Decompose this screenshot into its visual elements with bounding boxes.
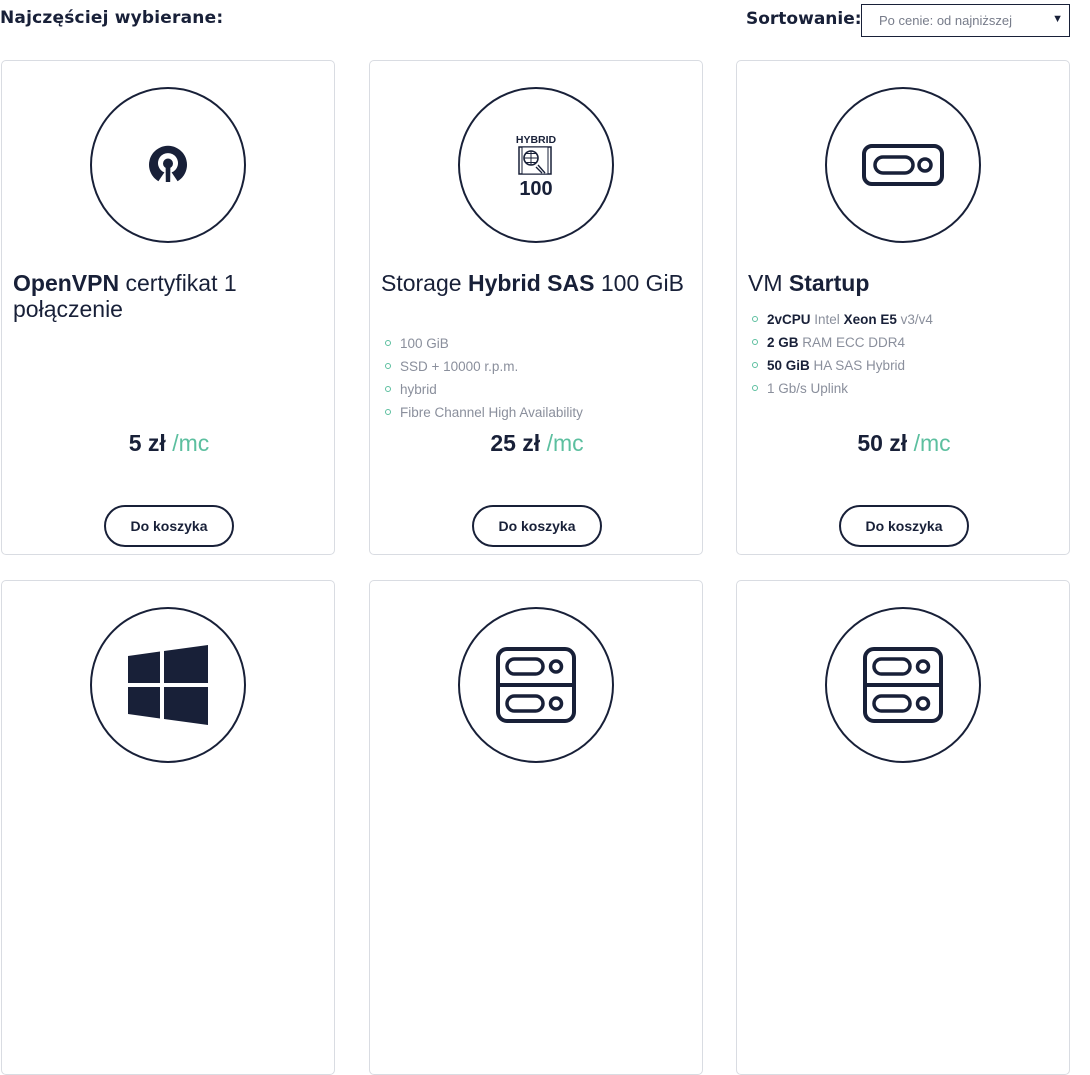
product-card-openvpn: OpenVPN certyfikat 1 połączenie 5 zł /mc… bbox=[1, 60, 335, 555]
feature-item: 2 GB RAM ECC DDR4 bbox=[752, 331, 933, 354]
feature-item: 2vCPU Intel Xeon E5 v3/v4 bbox=[752, 308, 933, 331]
product-card-storage-hybrid: HYBRID 100 Storage Hybrid SAS 100 GiB 10… bbox=[369, 60, 703, 555]
feature-item: hybrid bbox=[385, 378, 583, 401]
product-icon-circle bbox=[825, 87, 981, 243]
svg-text:100: 100 bbox=[519, 178, 552, 197]
section-title: Najczęściej wybierane: bbox=[0, 8, 224, 28]
add-to-cart-button[interactable]: Do koszyka bbox=[104, 505, 234, 547]
sort-select-value: Po cenie: od najniższej bbox=[879, 13, 1012, 28]
product-icon-circle bbox=[458, 607, 614, 763]
top-bar: Najczęściej wybierane: Sortowanie: Po ce… bbox=[0, 0, 1090, 50]
feature-item: 100 GiB bbox=[385, 332, 583, 355]
chevron-down-icon: ▼ bbox=[1052, 13, 1063, 25]
windows-icon bbox=[128, 645, 208, 725]
feature-item: SSD + 10000 r.p.m. bbox=[385, 355, 583, 378]
product-card-windows bbox=[1, 580, 335, 1075]
product-card-vm-startup: VM Startup 2vCPU Intel Xeon E5 v3/v4 2 G… bbox=[736, 60, 1070, 555]
feature-item: 1 Gb/s Uplink bbox=[752, 377, 933, 400]
product-icon-circle bbox=[90, 87, 246, 243]
product-icon-circle: HYBRID 100 bbox=[458, 87, 614, 243]
product-price: 50 zł /mc bbox=[857, 430, 951, 456]
product-card-server bbox=[369, 580, 703, 1075]
openvpn-icon bbox=[149, 145, 187, 182]
product-icon-circle bbox=[825, 607, 981, 763]
product-icon-circle bbox=[90, 607, 246, 763]
product-price: 25 zł /mc bbox=[490, 430, 584, 456]
feature-list: 2vCPU Intel Xeon E5 v3/v4 2 GB RAM ECC D… bbox=[752, 308, 933, 400]
server-rack-icon bbox=[863, 647, 943, 723]
add-to-cart-button[interactable]: Do koszyka bbox=[472, 505, 602, 547]
server-icon bbox=[862, 144, 944, 186]
svg-text:HYBRID: HYBRID bbox=[516, 134, 557, 146]
sort-select[interactable]: Po cenie: od najniższej ▼ bbox=[861, 4, 1070, 37]
product-title: OpenVPN certyfikat 1 połączenie bbox=[13, 270, 237, 322]
hybrid-storage-icon: HYBRID 100 bbox=[516, 134, 557, 197]
server-rack-icon bbox=[496, 647, 576, 723]
sort-label: Sortowanie: bbox=[746, 9, 862, 29]
product-card-server bbox=[736, 580, 1070, 1075]
product-price: 5 zł /mc bbox=[128, 430, 210, 456]
add-to-cart-button[interactable]: Do koszyka bbox=[839, 505, 969, 547]
feature-item: 50 GiB HA SAS Hybrid bbox=[752, 354, 933, 377]
product-title: Storage Hybrid SAS 100 GiB bbox=[381, 270, 684, 296]
feature-item: Fibre Channel High Availability bbox=[385, 401, 583, 424]
product-title: VM Startup bbox=[748, 270, 870, 296]
feature-list: 100 GiB SSD + 10000 r.p.m. hybrid Fibre … bbox=[385, 332, 583, 424]
